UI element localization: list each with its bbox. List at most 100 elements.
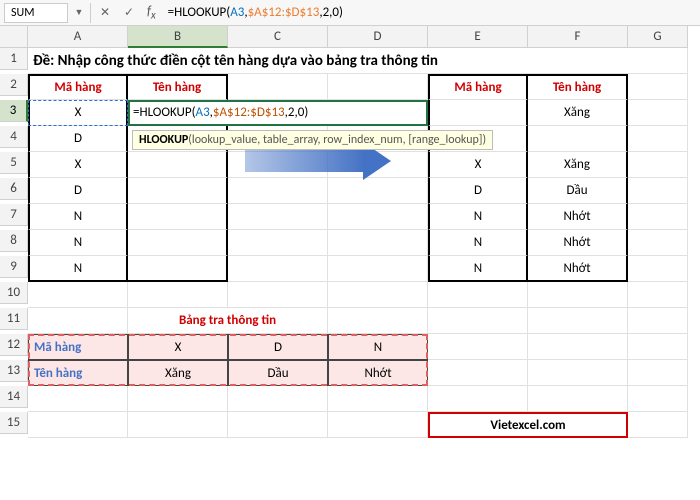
cell[interactable]: Nhớt xyxy=(528,256,628,282)
spreadsheet-grid[interactable]: A B C D E F G 1 Đề: Nhập công thức điền … xyxy=(0,26,700,438)
cell[interactable]: Nhớt xyxy=(528,204,628,230)
fx-icon[interactable]: fx xyxy=(147,4,156,22)
cell[interactable] xyxy=(128,152,228,178)
col-hdr-G[interactable]: G xyxy=(628,26,688,48)
cell[interactable] xyxy=(128,204,228,230)
row-hdr-13[interactable]: 13 xyxy=(0,360,28,382)
cell[interactable] xyxy=(628,178,688,204)
cell[interactable] xyxy=(628,126,688,152)
cell[interactable] xyxy=(428,334,528,360)
cell[interactable]: N xyxy=(428,204,528,230)
cell[interactable] xyxy=(628,230,688,256)
cell[interactable] xyxy=(628,386,688,412)
cell[interactable] xyxy=(628,282,688,308)
cell[interactable]: N xyxy=(328,334,428,360)
cell[interactable] xyxy=(128,386,228,412)
cell[interactable] xyxy=(628,204,688,230)
row-hdr-10[interactable]: 10 xyxy=(0,282,28,304)
formula-input[interactable]: =HLOOKUP(A3,$A$12:$D$13,2,0) xyxy=(164,3,696,23)
cell[interactable]: Xăng xyxy=(128,360,228,386)
row-hdr-12[interactable]: 12 xyxy=(0,334,28,356)
cell[interactable] xyxy=(528,282,628,308)
row-hdr-1[interactable]: 1 xyxy=(0,48,28,70)
cell[interactable]: Dầu xyxy=(528,178,628,204)
lookup-label-ma[interactable]: Mã hàng xyxy=(28,334,128,360)
cell[interactable] xyxy=(328,256,428,282)
row-hdr-3[interactable]: 3 xyxy=(0,100,28,122)
col-hdr-A[interactable]: A xyxy=(28,26,128,48)
cell[interactable]: N xyxy=(28,204,128,230)
cell[interactable] xyxy=(228,386,328,412)
cell[interactable]: D xyxy=(28,178,128,204)
cell[interactable] xyxy=(128,282,228,308)
cell[interactable]: Xăng xyxy=(528,100,628,126)
cell[interactable] xyxy=(328,282,428,308)
cell[interactable]: D xyxy=(428,178,528,204)
row-hdr-4[interactable]: 4 xyxy=(0,126,28,148)
cell[interactable] xyxy=(128,230,228,256)
cell[interactable]: D xyxy=(28,126,128,152)
cell[interactable]: Nhớt xyxy=(528,230,628,256)
cell[interactable] xyxy=(128,412,228,438)
cell[interactable] xyxy=(628,360,688,386)
col-hdr-B[interactable]: B xyxy=(128,26,228,48)
cancel-icon[interactable]: ✕ xyxy=(95,3,115,23)
row-hdr-6[interactable]: 6 xyxy=(0,178,28,200)
cell[interactable] xyxy=(228,256,328,282)
cell[interactable]: N xyxy=(28,230,128,256)
row-hdr-9[interactable]: 9 xyxy=(0,256,28,278)
lookup-label-ten[interactable]: Tên hàng xyxy=(28,360,128,386)
cell[interactable]: X xyxy=(128,334,228,360)
cell[interactable] xyxy=(428,386,528,412)
row-hdr-5[interactable]: 5 xyxy=(0,152,28,174)
cell[interactable]: X xyxy=(428,152,528,178)
cell[interactable] xyxy=(228,282,328,308)
cell[interactable] xyxy=(228,178,328,204)
cell[interactable] xyxy=(428,308,528,334)
cell[interactable] xyxy=(228,230,328,256)
row-hdr-8[interactable]: 8 xyxy=(0,230,28,252)
cell[interactable]: X xyxy=(28,152,128,178)
cell[interactable] xyxy=(628,100,688,126)
cell[interactable]: N xyxy=(428,256,528,282)
cell[interactable] xyxy=(528,334,628,360)
cell[interactable] xyxy=(628,412,688,438)
cell[interactable] xyxy=(28,308,128,334)
accept-icon[interactable]: ✓ xyxy=(119,3,139,23)
cell[interactable] xyxy=(328,230,428,256)
cell[interactable]: N xyxy=(28,256,128,282)
row-hdr-14[interactable]: 14 xyxy=(0,386,28,408)
cell[interactable] xyxy=(628,256,688,282)
cell[interactable] xyxy=(28,412,128,438)
cell[interactable] xyxy=(628,334,688,360)
cell[interactable] xyxy=(28,386,128,412)
row-hdr-15[interactable]: 15 xyxy=(0,412,28,434)
row-hdr-2[interactable]: 2 xyxy=(0,74,28,96)
col-hdr-E[interactable]: E xyxy=(428,26,528,48)
cell[interactable] xyxy=(128,256,228,282)
cell[interactable] xyxy=(328,178,428,204)
cell[interactable] xyxy=(528,360,628,386)
cell[interactable] xyxy=(628,308,688,334)
name-box[interactable]: SUM xyxy=(4,3,68,23)
cell[interactable]: Dầu xyxy=(228,360,328,386)
cell[interactable] xyxy=(428,100,528,126)
cell[interactable] xyxy=(428,360,528,386)
cell[interactable] xyxy=(328,412,428,438)
cell[interactable] xyxy=(528,386,628,412)
cell[interactable] xyxy=(228,204,328,230)
select-all-corner[interactable] xyxy=(0,26,28,48)
name-box-dropdown[interactable]: ▼ xyxy=(72,3,86,23)
cell[interactable] xyxy=(328,308,428,334)
cell[interactable] xyxy=(628,152,688,178)
cell[interactable] xyxy=(128,178,228,204)
col-hdr-F[interactable]: F xyxy=(528,26,628,48)
cell[interactable] xyxy=(428,282,528,308)
col-hdr-C[interactable]: C xyxy=(228,26,328,48)
row-hdr-11[interactable]: 11 xyxy=(0,308,28,330)
row-hdr-7[interactable]: 7 xyxy=(0,204,28,226)
active-cell[interactable]: =HLOOKUP(A3,$A$12:$D$13,2,0) xyxy=(128,100,428,126)
cell[interactable] xyxy=(528,126,628,152)
cell[interactable] xyxy=(228,412,328,438)
cell[interactable]: D xyxy=(228,334,328,360)
